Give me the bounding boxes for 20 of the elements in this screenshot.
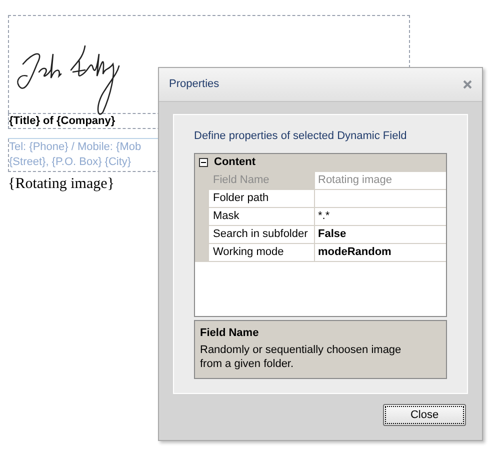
help-title: Field Name: [200, 326, 260, 340]
contact-line: {Street}, {P.O. Box} {City}: [9, 155, 132, 170]
property-name[interactable]: Search in subfolder: [209, 226, 315, 244]
close-button[interactable]: Close: [383, 404, 466, 426]
window-title: Properties: [169, 77, 220, 92]
rotating-image-field: {Rotating image}: [8, 174, 114, 194]
property-value[interactable]: *.*: [315, 208, 446, 226]
category-label: Content: [214, 155, 256, 170]
close-icon[interactable]: [463, 80, 472, 89]
property-value[interactable]: False: [315, 226, 446, 244]
property-value[interactable]: [315, 190, 446, 208]
collapse-icon[interactable]: [199, 158, 208, 167]
property-name[interactable]: Mask: [209, 208, 315, 226]
title-line: {Title} of {Company}: [9, 116, 116, 126]
contact-line: Tel: {Phone} / Mobile: {Mob: [9, 140, 142, 155]
property-name[interactable]: Working mode: [209, 244, 315, 262]
help-text: Randomly or sequentially choosen image from a given folder.: [200, 343, 402, 371]
property-name[interactable]: Folder path: [209, 190, 315, 208]
property-value[interactable]: modeRandom: [315, 244, 446, 262]
description-text: Define properties of selected Dynamic Field: [194, 129, 408, 144]
